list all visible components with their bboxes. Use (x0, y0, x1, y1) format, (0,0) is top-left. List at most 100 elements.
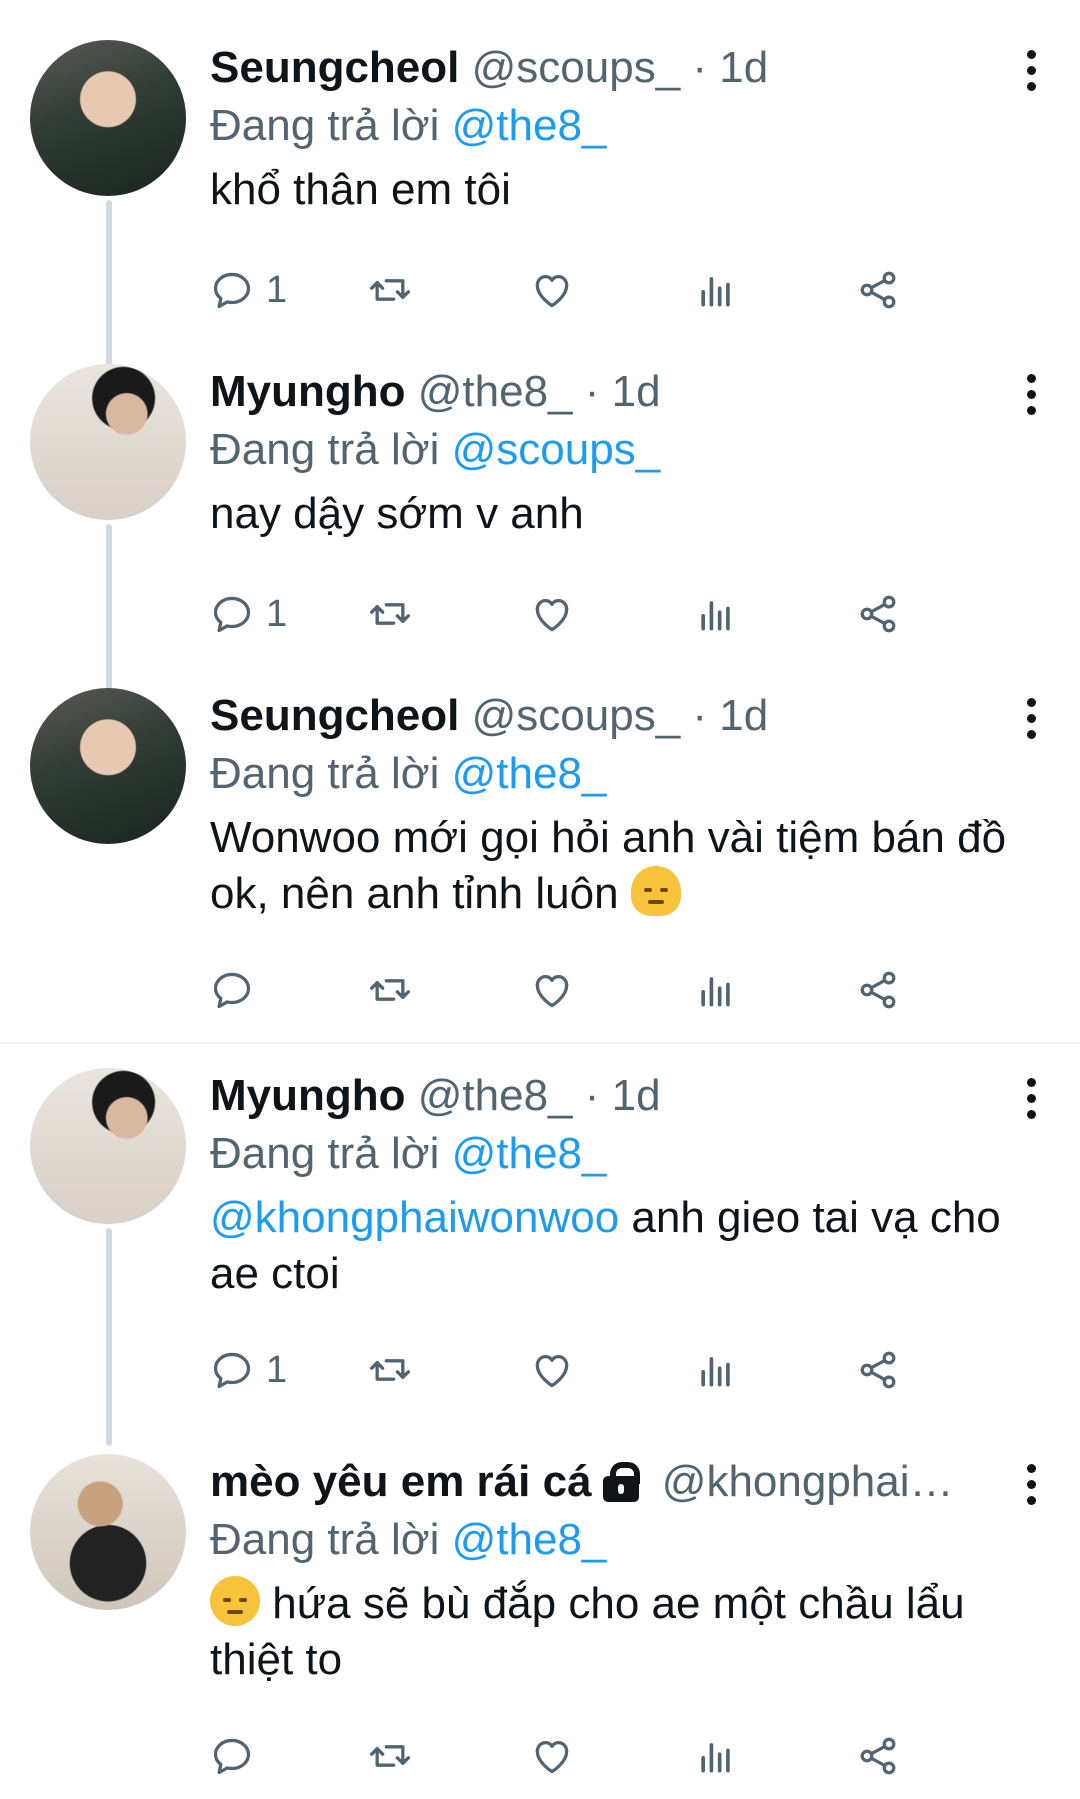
display-name[interactable]: mèo yêu em rái cá (210, 1457, 592, 1506)
retweet-button[interactable] (368, 960, 412, 1020)
heart-icon (535, 274, 569, 308)
share-icon (860, 1737, 896, 1775)
thread-connector-line (106, 1228, 112, 1446)
like-button[interactable] (530, 960, 574, 1020)
reply-count: 1 (266, 1348, 288, 1391)
views-button[interactable] (694, 1726, 738, 1786)
reply-button[interactable]: 1 (210, 1340, 287, 1400)
replying-to-mention[interactable]: @the8_ (452, 101, 607, 150)
reply-tweet[interactable]: Seungcheol @scoups_ · 1d Đang trả lời @t… (0, 688, 1080, 1028)
replying-to-mention[interactable]: @the8_ (452, 749, 607, 798)
more-options-icon[interactable] (1010, 46, 1050, 96)
replying-to-mention[interactable]: @the8_ (452, 1515, 607, 1564)
share-button[interactable] (856, 1726, 900, 1786)
retweet-icon (370, 603, 410, 625)
like-button[interactable] (530, 584, 574, 644)
views-button[interactable] (694, 584, 738, 644)
reply-icon (213, 1352, 251, 1389)
more-options-icon[interactable] (1010, 1074, 1050, 1124)
share-icon (860, 271, 896, 309)
more-options-icon[interactable] (1010, 370, 1050, 420)
replying-to-mention[interactable]: @scoups_ (452, 425, 661, 474)
heart-icon (535, 974, 569, 1008)
reply-tweet[interactable]: Myungho @the8_ · 1d Đang trả lời @the8_ … (0, 1068, 1080, 1446)
display-name[interactable]: Seungcheol (210, 691, 459, 740)
share-icon (860, 595, 896, 633)
views-button[interactable] (694, 260, 738, 320)
share-button[interactable] (856, 1340, 900, 1400)
timestamp[interactable]: 1d (719, 691, 768, 740)
timestamp[interactable]: 1d (719, 43, 768, 92)
reply-count: 1 (266, 268, 288, 311)
conversation-thread: Seungcheol @scoups_ · 1d Đang trả lời @t… (0, 0, 1080, 1799)
views-button[interactable] (694, 1340, 738, 1400)
like-button[interactable] (530, 1340, 574, 1400)
replying-to-line: Đang trả lời @the8_ (210, 746, 1050, 802)
more-options-icon[interactable] (1010, 1460, 1050, 1510)
user-handle[interactable]: @the8_ (418, 367, 573, 416)
tweet-text-body: nay dậy sớm v anh (210, 489, 584, 538)
like-button[interactable] (530, 260, 574, 320)
replying-prefix: Đang trả lời (210, 749, 440, 798)
display-name[interactable]: Myungho (210, 367, 406, 416)
share-button[interactable] (856, 960, 900, 1020)
replying-prefix: Đang trả lời (210, 101, 440, 150)
user-handle[interactable]: @scoups_ (472, 691, 681, 740)
tweet-text-body: khổ thân em tôi (210, 165, 511, 214)
retweet-icon (370, 1745, 410, 1767)
share-button[interactable] (856, 584, 900, 644)
timestamp[interactable]: 1d (612, 1071, 661, 1120)
avatar[interactable] (30, 688, 186, 844)
tweet-header: Seungcheol @scoups_ · 1d (210, 688, 1050, 744)
timestamp[interactable]: 1d (612, 367, 661, 416)
retweet-button[interactable] (368, 1340, 412, 1400)
analytics-icon (701, 977, 730, 1007)
share-button[interactable] (856, 260, 900, 320)
reply-tweet[interactable]: Seungcheol @scoups_ · 1d Đang trả lời @t… (0, 40, 1080, 400)
reply-button[interactable] (210, 960, 266, 1020)
heart-icon (535, 1354, 569, 1388)
heart-icon (535, 598, 569, 632)
retweet-icon (370, 1359, 410, 1381)
user-handle[interactable]: @the8_ (418, 1071, 573, 1120)
replying-prefix: Đang trả lời (210, 1129, 440, 1178)
user-handle[interactable]: @khongphai… (662, 1457, 954, 1506)
display-name[interactable]: Myungho (210, 1071, 406, 1120)
analytics-icon (701, 601, 730, 631)
user-handle[interactable]: @scoups_ (472, 43, 681, 92)
reply-button[interactable] (210, 1726, 266, 1786)
divider (0, 1042, 1080, 1044)
lock-icon (600, 1462, 642, 1502)
retweet-button[interactable] (368, 260, 412, 320)
body-mention-link[interactable]: @khongphaiwonwoo (210, 1193, 619, 1242)
tweet-text-body: hứa sẽ bù đắp cho ae một chầu lẩu thiệt … (210, 1579, 965, 1684)
reply-button[interactable]: 1 (210, 260, 287, 320)
separator-dot: · (692, 691, 708, 740)
avatar[interactable] (30, 1068, 186, 1224)
reply-icon (213, 272, 251, 309)
display-name[interactable]: Seungcheol (210, 43, 459, 92)
analytics-icon (701, 1743, 730, 1773)
replying-to-mention[interactable]: @the8_ (452, 1129, 607, 1178)
more-options-icon[interactable] (1010, 694, 1050, 744)
tweet-text: @khongphaiwonwoo anh gieo tai vạ cho ae … (210, 1190, 1050, 1302)
replying-prefix: Đang trả lời (210, 425, 440, 474)
views-button[interactable] (694, 960, 738, 1020)
retweet-button[interactable] (368, 1726, 412, 1786)
tweet-header: Myungho @the8_ · 1d (210, 1068, 1050, 1124)
analytics-icon (701, 1357, 730, 1387)
avatar[interactable] (30, 1454, 186, 1610)
like-button[interactable] (530, 1726, 574, 1786)
analytics-icon (701, 277, 730, 307)
separator-dot: · (584, 1071, 600, 1120)
reply-button[interactable]: 1 (210, 584, 287, 644)
reply-icon (213, 596, 251, 633)
avatar[interactable] (30, 364, 186, 520)
retweet-button[interactable] (368, 584, 412, 644)
tweet-text: hứa sẽ bù đắp cho ae một chầu lẩu thiệt … (210, 1576, 1050, 1688)
replying-to-line: Đang trả lời @the8_ (210, 98, 1050, 154)
avatar[interactable] (30, 40, 186, 196)
reply-tweet[interactable]: Myungho @the8_ · 1d Đang trả lời @scoups… (0, 364, 1080, 724)
reply-tweet[interactable]: mèo yêu em rái cá @khongphai… Đang trả l… (0, 1454, 1080, 1799)
retweet-icon (370, 979, 410, 1001)
